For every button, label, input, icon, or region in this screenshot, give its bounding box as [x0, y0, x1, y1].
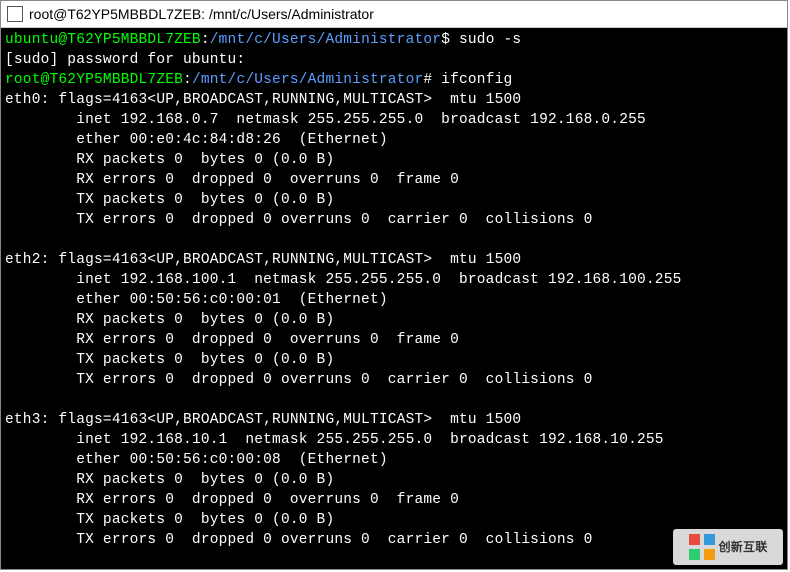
ifconfig-output-line: RX errors 0 dropped 0 overruns 0 frame 0	[5, 332, 459, 348]
ifconfig-output-line: TX packets 0 bytes 0 (0.0 B)	[5, 352, 334, 368]
prompt-sep: :	[183, 72, 192, 88]
ifconfig-output-line: TX errors 0 dropped 0 overruns 0 carrier…	[5, 372, 593, 388]
ifconfig-output-line: TX errors 0 dropped 0 overruns 0 carrier…	[5, 212, 593, 228]
ifconfig-output-line: ether 00:50:56:c0:00:08 (Ethernet)	[5, 452, 388, 468]
ifconfig-output-line: inet 192.168.100.1 netmask 255.255.255.0…	[5, 272, 682, 288]
window-icon	[7, 6, 23, 22]
ifconfig-output-line: RX packets 0 bytes 0 (0.0 B)	[5, 152, 334, 168]
prompt-user-host: ubuntu@T62YP5MBBDL7ZEB	[5, 32, 201, 48]
ifconfig-output-line: RX packets 0 bytes 0 (0.0 B)	[5, 472, 334, 488]
root-prompt-user-host: root@T62YP5MBBDL7ZEB	[5, 72, 183, 88]
watermark-text: 创新互联	[719, 541, 768, 553]
ifconfig-output-line: eth3: flags=4163<UP,BROADCAST,RUNNING,MU…	[5, 412, 521, 428]
ifconfig-output-line: inet 192.168.0.7 netmask 255.255.255.0 b…	[5, 112, 646, 128]
ifconfig-output-line: eth2: flags=4163<UP,BROADCAST,RUNNING,MU…	[5, 252, 521, 268]
ifconfig-output-line: eth0: flags=4163<UP,BROADCAST,RUNNING,MU…	[5, 92, 521, 108]
sudo-password-prompt: [sudo] password for ubuntu:	[5, 52, 245, 68]
ifconfig-output-line: RX packets 0 bytes 0 (0.0 B)	[5, 312, 334, 328]
prompt-sep: :	[201, 32, 210, 48]
ifconfig-output-line: TX packets 0 bytes 0 (0.0 B)	[5, 512, 334, 528]
terminal-window: root@T62YP5MBBDL7ZEB: /mnt/c/Users/Admin…	[0, 0, 788, 570]
ifconfig-output-line: inet 192.168.10.1 netmask 255.255.255.0 …	[5, 432, 664, 448]
root-prompt-path: /mnt/c/Users/Administrator	[192, 72, 423, 88]
ifconfig-output-line: ether 00:e0:4c:84:d8:26 (Ethernet)	[5, 132, 388, 148]
window-titlebar[interactable]: root@T62YP5MBBDL7ZEB: /mnt/c/Users/Admin…	[1, 1, 787, 28]
watermark-icon	[689, 534, 715, 560]
window-title: root@T62YP5MBBDL7ZEB: /mnt/c/Users/Admin…	[29, 6, 374, 22]
ifconfig-output-line: RX errors 0 dropped 0 overruns 0 frame 0	[5, 492, 459, 508]
prompt-suffix: #	[423, 72, 432, 88]
ifconfig-output-line: TX errors 0 dropped 0 overruns 0 carrier…	[5, 532, 593, 548]
ifconfig-output-line: RX errors 0 dropped 0 overruns 0 frame 0	[5, 172, 459, 188]
prompt-suffix: $	[441, 32, 450, 48]
ifconfig-output-line: TX packets 0 bytes 0 (0.0 B)	[5, 192, 334, 208]
terminal-body[interactable]: ubuntu@T62YP5MBBDL7ZEB:/mnt/c/Users/Admi…	[1, 28, 787, 569]
prompt-path: /mnt/c/Users/Administrator	[210, 32, 441, 48]
ifconfig-output-line: ether 00:50:56:c0:00:01 (Ethernet)	[5, 292, 388, 308]
command-input: sudo -s	[450, 32, 521, 48]
watermark-logo: 创新互联	[673, 529, 783, 565]
command-input: ifconfig	[432, 72, 512, 88]
